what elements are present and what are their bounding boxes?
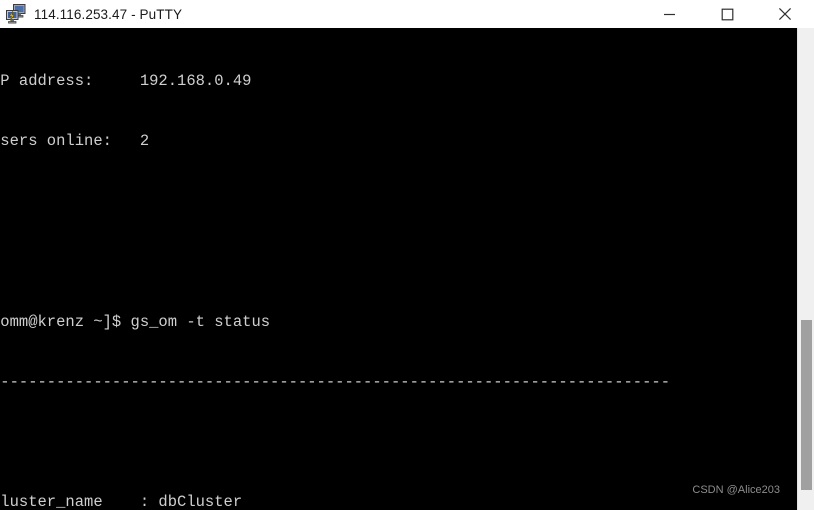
terminal-line: [omm@krenz ~]$ gs_om -t status — [0, 312, 271, 331]
close-icon — [778, 7, 792, 21]
minimize-icon — [663, 13, 675, 15]
window-title: 114.116.253.47 - PuTTY — [34, 6, 183, 22]
vertical-scrollbar[interactable] — [797, 28, 814, 510]
minimize-button[interactable] — [640, 0, 698, 28]
close-button[interactable] — [756, 0, 814, 28]
scrollbar-thumb[interactable] — [801, 320, 812, 490]
maximize-button[interactable] — [698, 0, 756, 28]
title-bar: 114.116.253.47 - PuTTY — [0, 0, 814, 28]
terminal-line: ----------------------------------------… — [0, 372, 671, 391]
terminal-screen[interactable]: IP address: 192.168.0.49 Users online: 2… — [0, 28, 797, 510]
terminal-output: IP address: 192.168.0.49 Users online: 2… — [0, 31, 735, 510]
putty-computer-icon — [6, 4, 26, 24]
putty-window: 114.116.253.47 - PuTTY IP address: 192.1… — [0, 0, 814, 510]
maximize-icon — [721, 8, 733, 20]
terminal-line: IP address: 192.168.0.49 — [0, 72, 252, 91]
terminal-line: cluster_name : dbCluster — [0, 493, 243, 510]
terminal-line: Users online: 2 — [0, 132, 150, 151]
